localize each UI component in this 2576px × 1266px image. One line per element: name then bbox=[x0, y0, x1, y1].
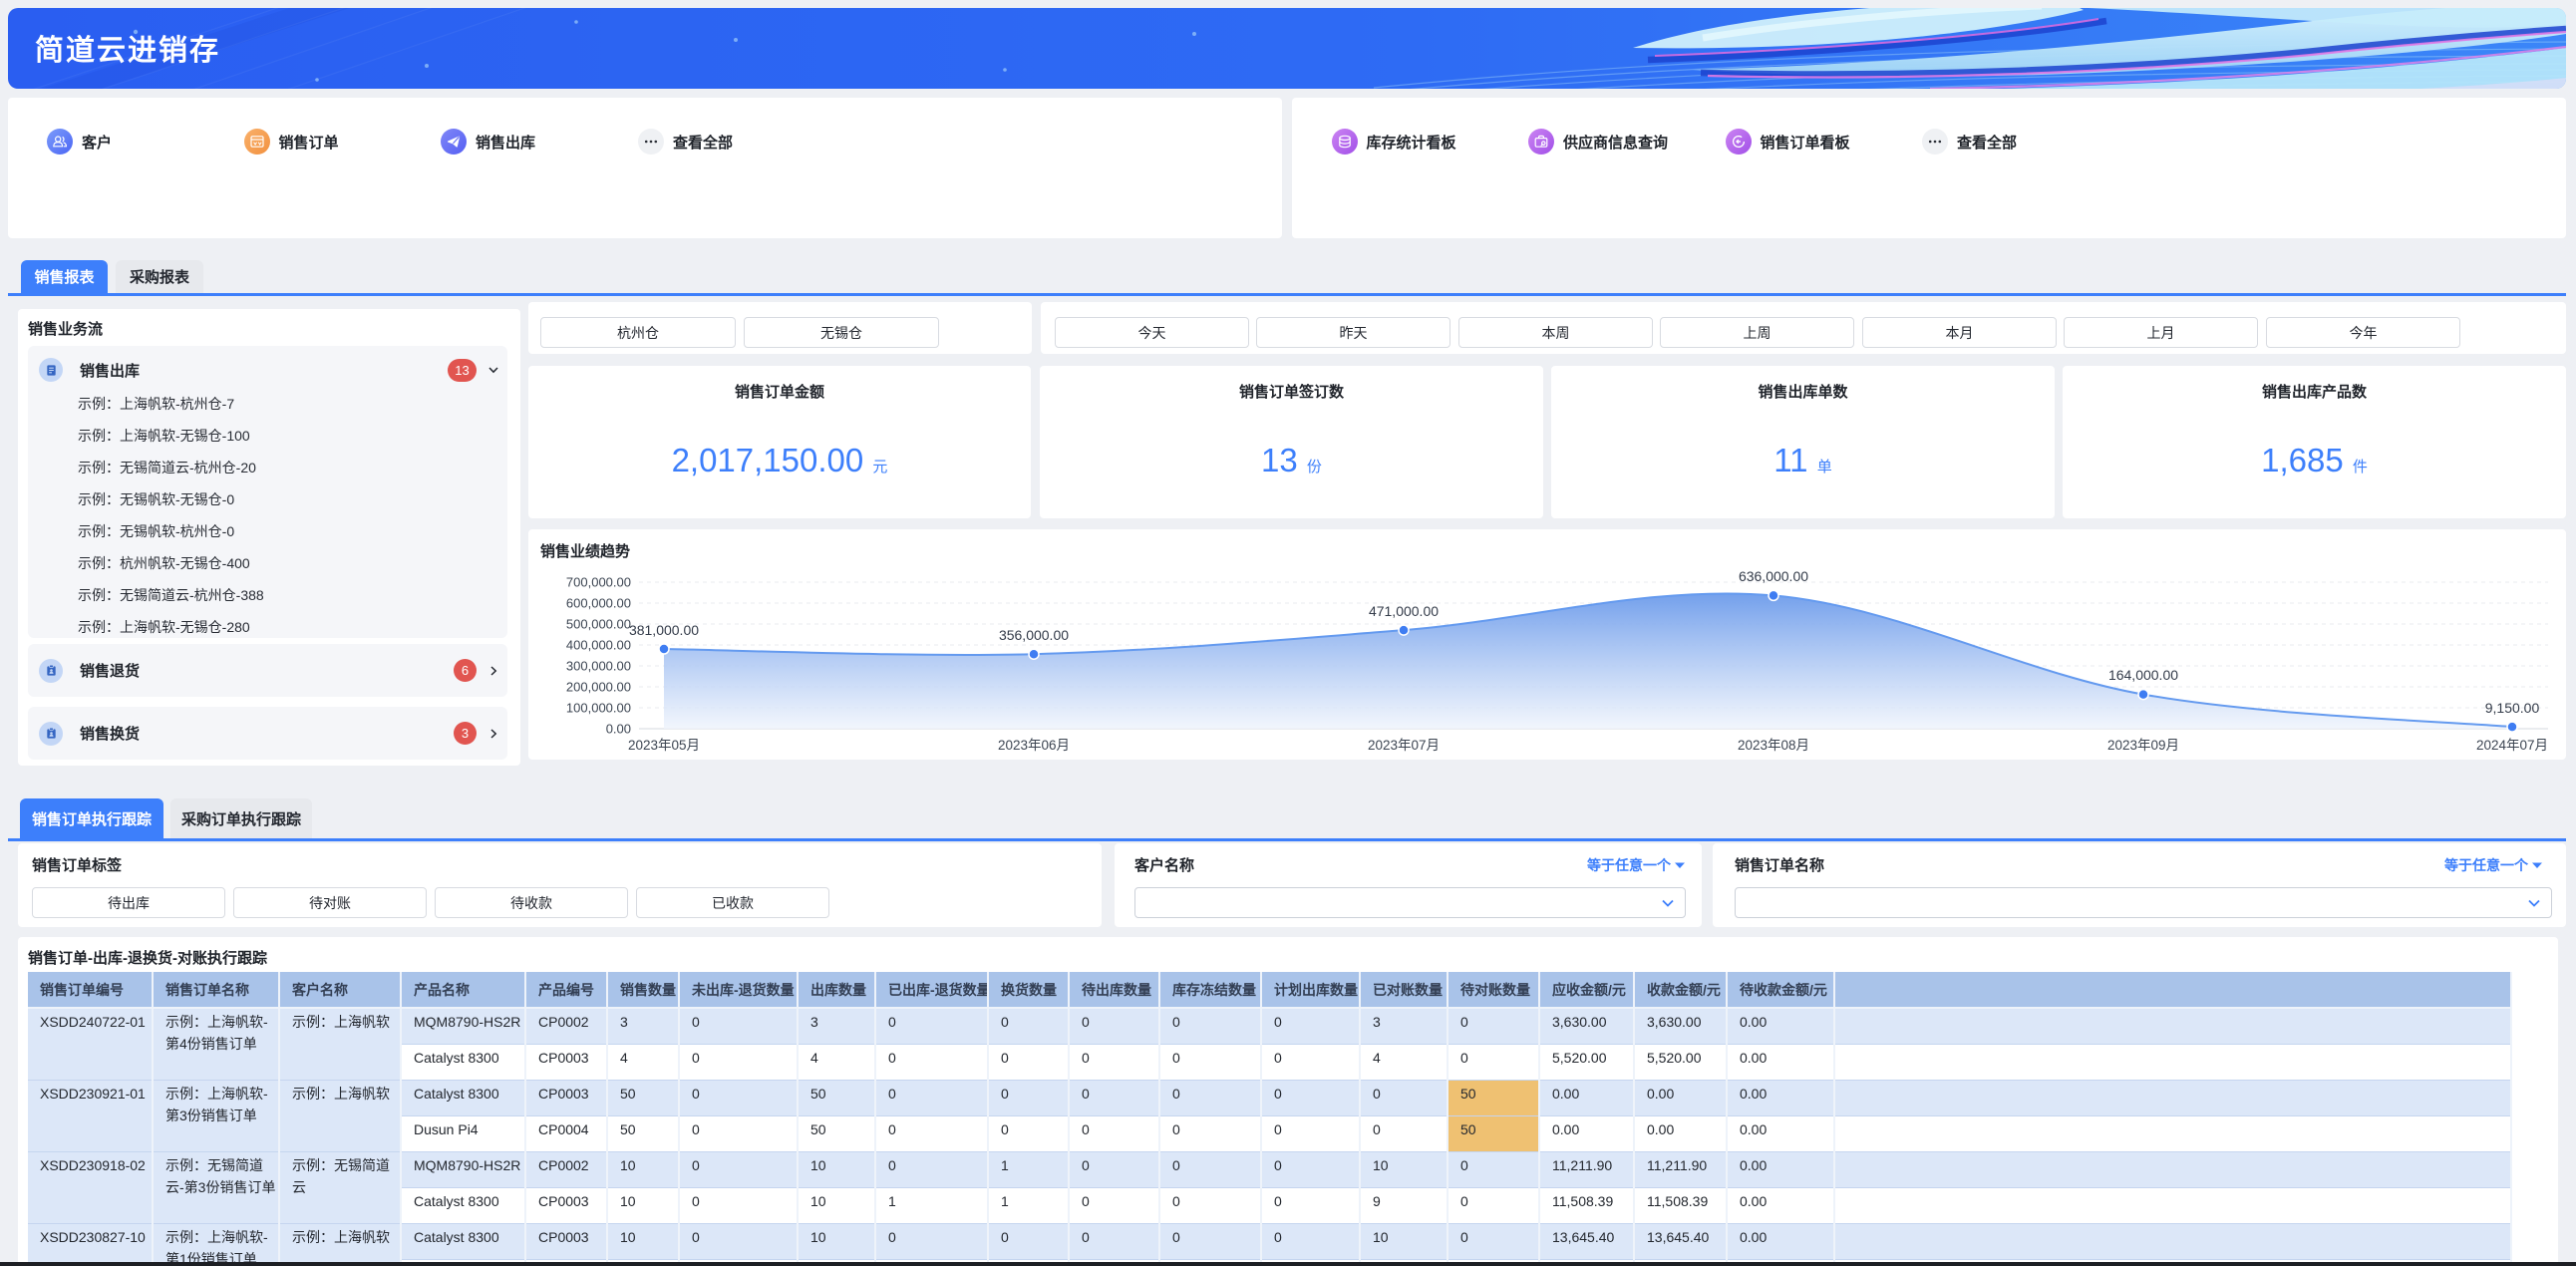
svg-text:200,000.00: 200,000.00 bbox=[566, 680, 631, 695]
svg-text:2024年07月: 2024年07月 bbox=[2476, 738, 2548, 753]
svg-text:400,000.00: 400,000.00 bbox=[566, 638, 631, 653]
svg-text:简道云进销存: 简道云进销存 bbox=[35, 33, 220, 67]
svg-text:2023年05月: 2023年05月 bbox=[628, 738, 700, 753]
svg-text:600,000.00: 600,000.00 bbox=[566, 596, 631, 611]
svg-text:2023年06月: 2023年06月 bbox=[998, 738, 1070, 753]
svg-text:2023年08月: 2023年08月 bbox=[1738, 738, 1809, 753]
svg-text:2023年07月: 2023年07月 bbox=[1368, 738, 1440, 753]
svg-text:356,000.00: 356,000.00 bbox=[999, 627, 1069, 643]
svg-text:471,000.00: 471,000.00 bbox=[1369, 603, 1439, 619]
svg-text:9,150.00: 9,150.00 bbox=[2485, 700, 2540, 716]
svg-text:700,000.00: 700,000.00 bbox=[566, 575, 631, 590]
svg-text:164,000.00: 164,000.00 bbox=[2108, 667, 2178, 683]
svg-text:300,000.00: 300,000.00 bbox=[566, 659, 631, 674]
svg-text:100,000.00: 100,000.00 bbox=[566, 701, 631, 716]
svg-text:2023年09月: 2023年09月 bbox=[2107, 738, 2179, 753]
svg-text:636,000.00: 636,000.00 bbox=[1739, 568, 1808, 584]
svg-text:381,000.00: 381,000.00 bbox=[629, 622, 699, 638]
svg-text:500,000.00: 500,000.00 bbox=[566, 617, 631, 632]
svg-text:0.00: 0.00 bbox=[606, 722, 631, 737]
